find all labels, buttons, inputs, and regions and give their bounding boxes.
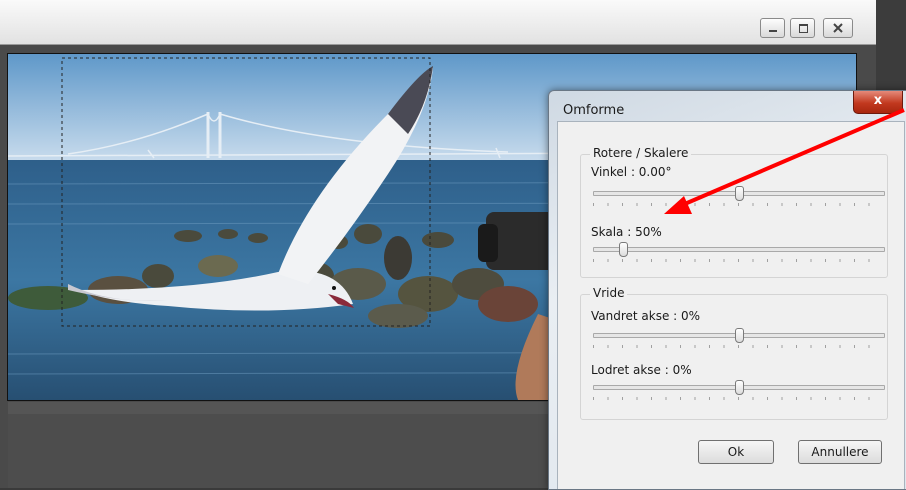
dialog-close-button[interactable]: x [853, 91, 903, 114]
horizontal-axis-ticks [593, 345, 883, 348]
ok-button[interactable]: Ok [698, 440, 774, 464]
angle-ticks [593, 203, 883, 206]
dialog-body: Rotere / Skalere Vinkel : 0.00° Skala : … [557, 121, 905, 489]
scale-ticks [593, 259, 883, 262]
dialog-title: Omforme [563, 103, 625, 118]
vertical-axis-slider-thumb[interactable] [735, 380, 744, 395]
vertical-axis-label: Lodret akse : 0% [591, 363, 692, 377]
rotate-scale-group: Rotere / Skalere Vinkel : 0.00° Skala : … [580, 146, 888, 278]
transform-dialog: Omforme x Rotere / Skalere Vinkel : 0.00… [548, 90, 906, 490]
scale-slider-thumb[interactable] [619, 242, 628, 257]
maximize-button[interactable] [790, 18, 815, 38]
skew-group: Vride Vandret akse : 0% Lodret akse : 0% [580, 286, 888, 420]
rotate-scale-group-label: Rotere / Skalere [590, 146, 692, 160]
horizontal-axis-slider-thumb[interactable] [735, 328, 744, 343]
scale-slider[interactable] [593, 242, 885, 257]
minimize-button[interactable] [760, 18, 785, 38]
horizontal-axis-slider[interactable] [593, 328, 885, 343]
vertical-axis-slider[interactable] [593, 380, 885, 395]
window-close-button[interactable] [823, 18, 853, 38]
angle-slider-thumb[interactable] [735, 186, 744, 201]
skew-group-label: Vride [590, 286, 628, 300]
close-icon [833, 23, 843, 33]
angle-label: Vinkel : 0.00° [591, 165, 672, 179]
editor-titlebar [0, 0, 876, 45]
angle-slider[interactable] [593, 186, 885, 201]
scale-label: Skala : 50% [591, 225, 662, 239]
cancel-button[interactable]: Annullere [798, 440, 882, 464]
horizontal-axis-label: Vandret akse : 0% [591, 309, 701, 323]
vertical-axis-ticks [593, 397, 883, 400]
